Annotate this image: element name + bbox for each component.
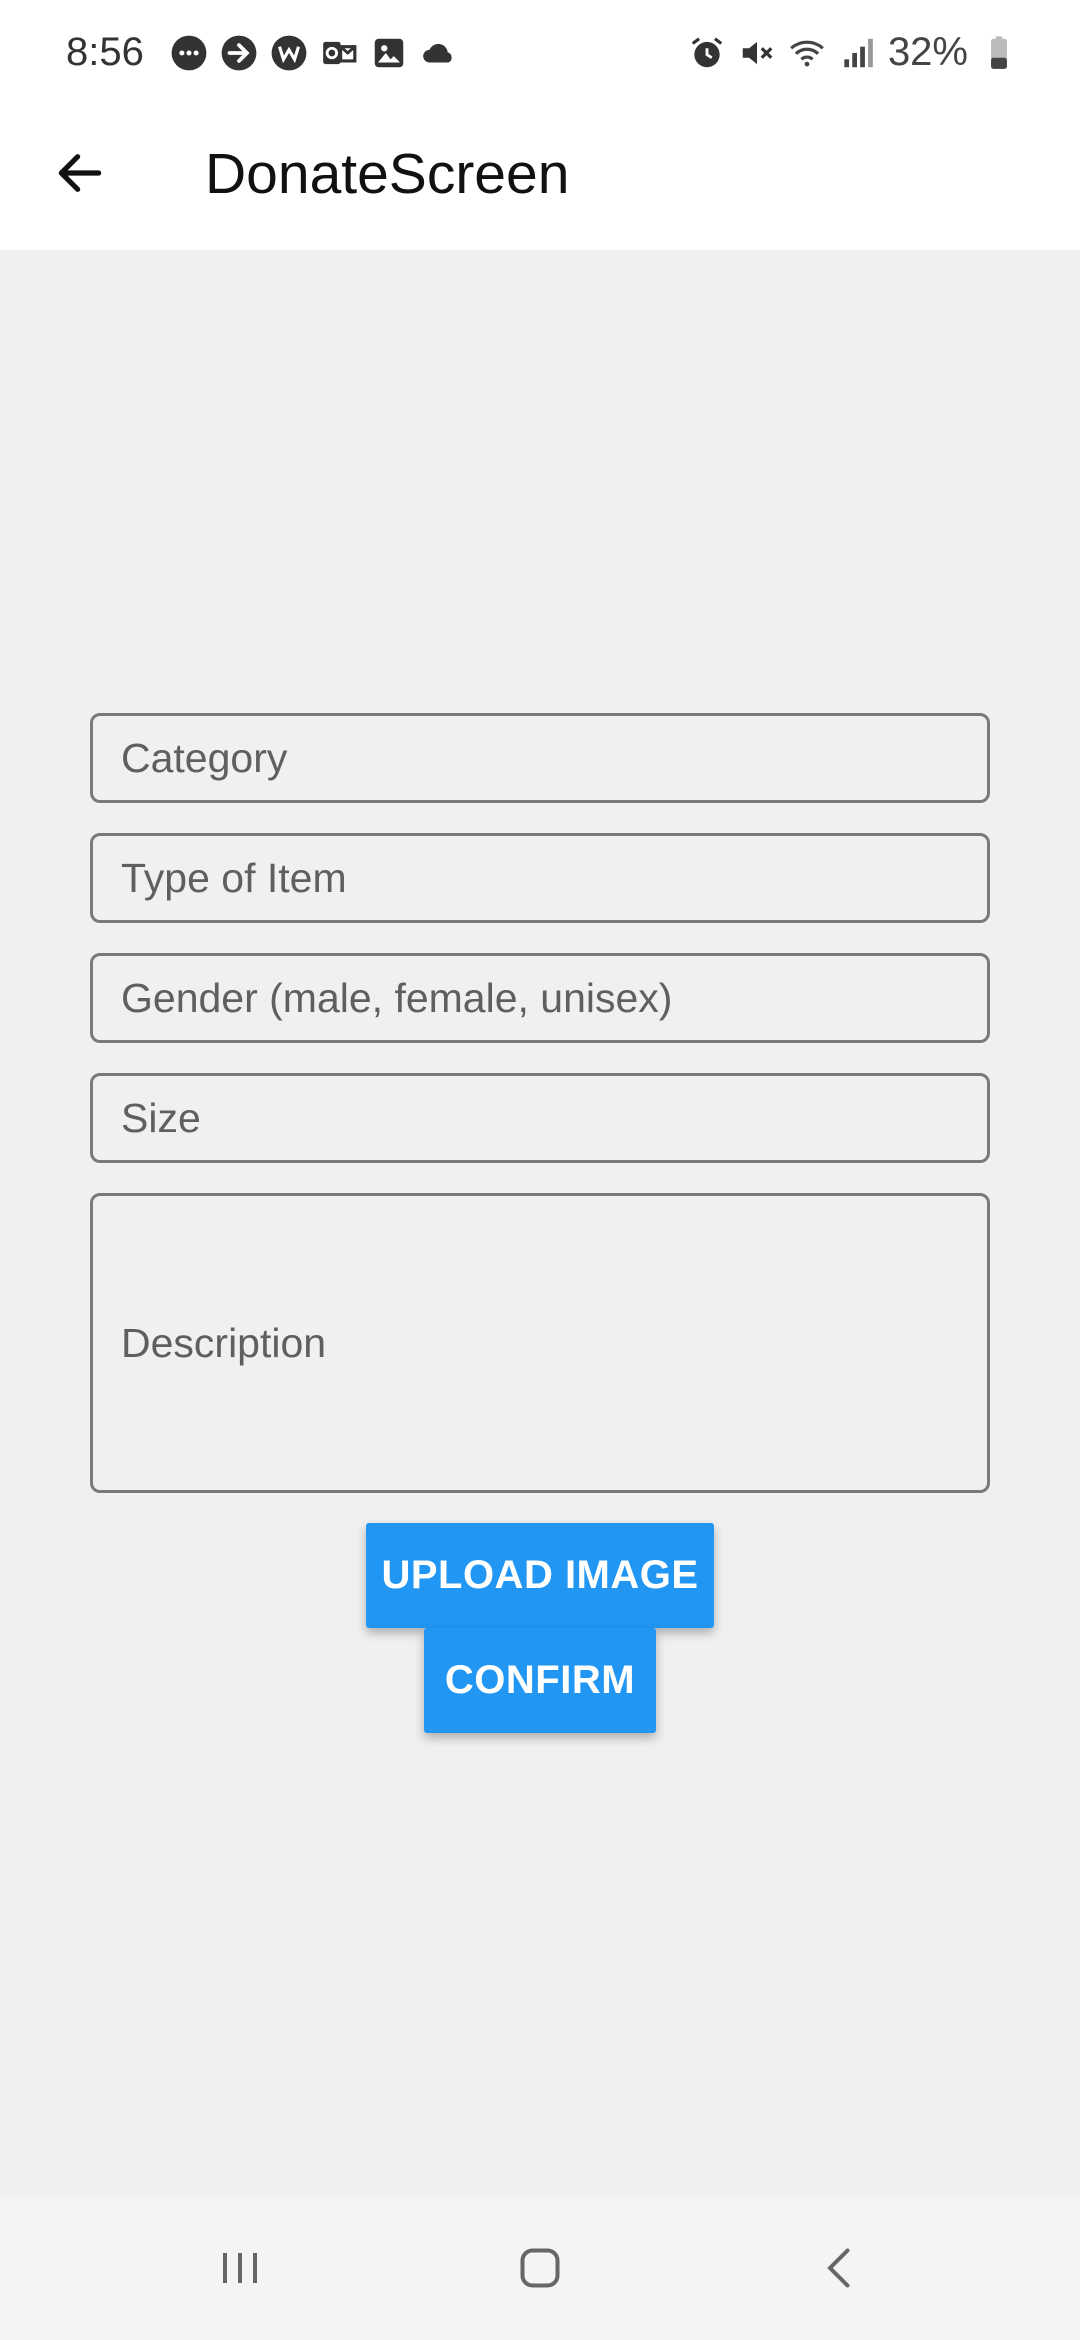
battery-icon bbox=[980, 34, 1018, 72]
home-button[interactable] bbox=[490, 2218, 590, 2318]
status-time: 8:56 bbox=[66, 30, 144, 74]
outlook-icon bbox=[320, 34, 358, 72]
mute-icon bbox=[738, 34, 776, 72]
app-bar: DonateScreen bbox=[0, 105, 1080, 250]
w-badge-icon bbox=[270, 34, 308, 72]
upload-image-button[interactable]: UPLOAD IMAGE bbox=[366, 1523, 714, 1628]
type-of-item-input[interactable] bbox=[121, 854, 959, 902]
recent-apps-icon bbox=[223, 2253, 257, 2283]
chat-bubble-icon bbox=[170, 34, 208, 72]
size-field[interactable] bbox=[90, 1073, 990, 1163]
page-title: DonateScreen bbox=[205, 142, 570, 206]
forward-arrow-icon bbox=[220, 34, 258, 72]
description-field[interactable] bbox=[90, 1193, 990, 1493]
back-icon bbox=[827, 2248, 850, 2288]
status-right: 32% bbox=[688, 30, 1018, 75]
recent-apps-button[interactable] bbox=[190, 2218, 290, 2318]
size-input[interactable] bbox=[121, 1094, 959, 1142]
arrow-left-icon bbox=[58, 154, 102, 192]
status-bar: 8:56 32% bbox=[0, 0, 1080, 105]
donate-form bbox=[90, 713, 990, 1523]
system-nav-bar bbox=[0, 2196, 1080, 2340]
battery-percentage: 32% bbox=[887, 30, 968, 74]
system-back-button[interactable] bbox=[790, 2218, 890, 2318]
category-field[interactable] bbox=[90, 713, 990, 803]
gender-field[interactable] bbox=[90, 953, 990, 1043]
category-input[interactable] bbox=[121, 734, 959, 782]
gender-input[interactable] bbox=[121, 974, 959, 1022]
alarm-icon bbox=[688, 34, 726, 72]
cloud-icon bbox=[420, 34, 458, 72]
wifi-icon bbox=[788, 34, 826, 72]
home-icon bbox=[520, 2248, 560, 2288]
image-icon bbox=[370, 34, 408, 72]
type-of-item-field[interactable] bbox=[90, 833, 990, 923]
description-input[interactable] bbox=[121, 1313, 959, 1373]
signal-icon bbox=[838, 34, 876, 72]
confirm-button[interactable]: CONFIRM bbox=[424, 1628, 656, 1733]
status-left: 8:56 bbox=[66, 30, 458, 75]
back-button[interactable] bbox=[40, 133, 120, 213]
